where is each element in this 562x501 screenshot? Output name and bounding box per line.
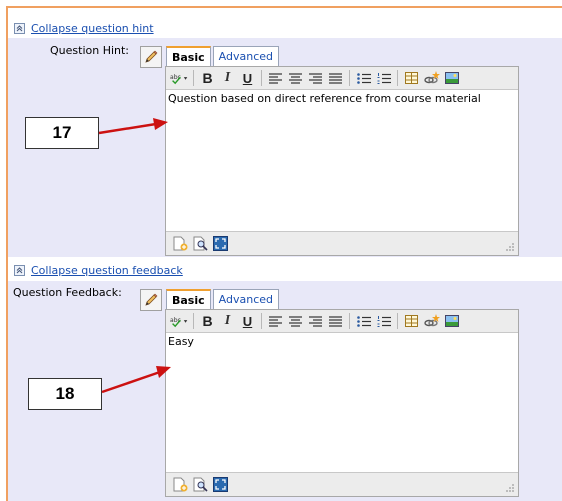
callout-18-arrow-icon xyxy=(101,366,171,394)
